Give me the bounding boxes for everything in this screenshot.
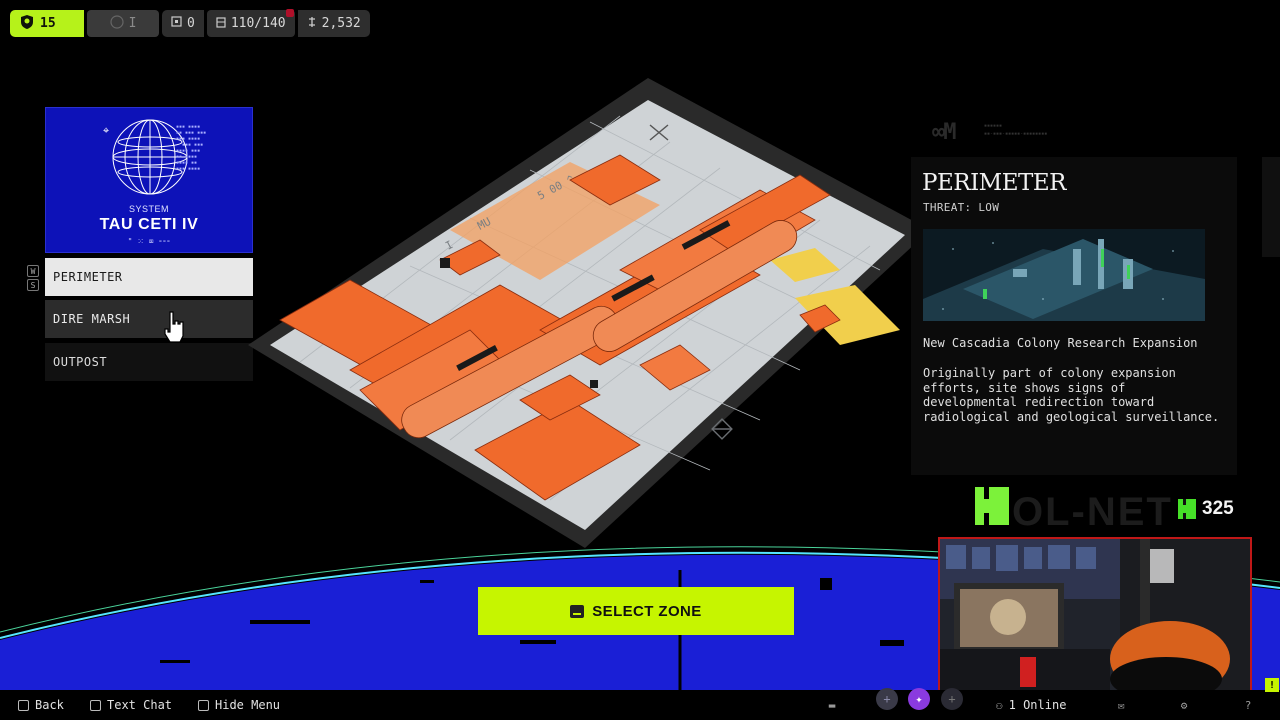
studio-logo-icon: ∞M xyxy=(932,120,956,145)
back-label: Back xyxy=(35,698,64,712)
text-chat-label: Text Chat xyxy=(107,698,173,712)
top-hud: 15 I 0 110/140 2,532 xyxy=(10,9,370,37)
level-badge: 15 xyxy=(10,10,84,37)
zone-description: Originally part of colony expansion effo… xyxy=(923,366,1220,424)
inventory-value: 110/140 xyxy=(230,16,286,31)
select-zone-button[interactable]: SELECT ZONE xyxy=(478,587,794,635)
cursor-glyph-icon: ⌖ xyxy=(103,124,110,137)
side-tab xyxy=(1262,157,1280,257)
box-stat: 0 xyxy=(162,10,204,37)
online-count[interactable]: ⚇ 1 Online xyxy=(996,690,1066,720)
party-slot-1-icon[interactable]: + xyxy=(876,688,898,710)
studio-logo-microtext: ▪▪▪▪▪▪ ▪▪-▪▪▪-▪▪▪▪▪-▪▪▪▪▪▪▪▪ xyxy=(984,123,1048,137)
mail-icon[interactable]: ✉ xyxy=(1114,698,1128,712)
people-icon: ⚇ xyxy=(996,698,1003,712)
zone-item-outpost[interactable]: OUTPOST xyxy=(45,343,253,381)
notification-dot xyxy=(286,9,294,17)
system-name: TAU CETI IV xyxy=(99,216,199,233)
party-slot-2-icon[interactable]: + xyxy=(941,688,963,710)
help-icon[interactable]: ? xyxy=(1241,698,1255,712)
zone-subtitle: New Cascadia Colony Research Expansion xyxy=(923,336,1198,350)
box-icon xyxy=(171,16,182,31)
text-chat-button[interactable]: Text Chat xyxy=(90,690,172,720)
kick-logo-icon xyxy=(975,487,1009,525)
level-value: 15 xyxy=(40,16,56,31)
channel-points: 325 xyxy=(1178,498,1234,520)
currency-stat: 2,532 xyxy=(297,10,370,37)
key-hint-up: W xyxy=(27,265,39,277)
zone-label: PERIMETER xyxy=(53,270,123,284)
box-value: 0 xyxy=(187,16,195,31)
hide-menu-button[interactable]: Hide Menu xyxy=(198,690,280,720)
system-label: SYSTEM xyxy=(128,204,169,214)
rank-badge: I xyxy=(87,10,159,37)
zone-info-panel: PERIMETER THREAT: LOW New Cascadia Colon… xyxy=(911,157,1237,475)
kick-points-icon xyxy=(1178,499,1196,519)
zone-item-perimeter[interactable]: PERIMETER xyxy=(45,258,253,296)
shield-icon xyxy=(19,14,35,34)
alert-badge-icon: ! xyxy=(1265,678,1279,692)
back-button[interactable]: Back xyxy=(18,690,64,720)
select-zone-label: SELECT ZONE xyxy=(592,602,702,620)
back-key-icon xyxy=(18,699,29,711)
keyboard-key-icon xyxy=(570,604,585,618)
webcam-overlay xyxy=(938,537,1252,693)
watermark-logo: OL-NET xyxy=(1012,490,1173,534)
zone-label: OUTPOST xyxy=(53,355,108,369)
zone-label: DIRE MARSH xyxy=(53,312,131,326)
system-glyphs: " ⁙ ⌧ ⁃⁃⁃ xyxy=(127,237,171,246)
gear-icon[interactable]: ⚙ xyxy=(1177,698,1191,712)
backpack-icon xyxy=(216,16,226,32)
zone-title: PERIMETER xyxy=(922,170,1066,196)
threat-level: THREAT: LOW xyxy=(923,201,1000,214)
zone-map[interactable]: 5 00 ^ MU I xyxy=(240,70,930,560)
rank-value: I xyxy=(128,16,137,31)
inventory-stat: 110/140 xyxy=(206,10,295,37)
zone-preview-image xyxy=(923,229,1205,321)
chat-icon xyxy=(90,699,101,711)
menu-icon xyxy=(198,699,209,711)
key-hint-down: S xyxy=(27,279,39,291)
zone-item-dire-marsh[interactable]: DIRE MARSH xyxy=(45,300,253,338)
online-label: 1 Online xyxy=(1008,698,1067,712)
message-icon[interactable]: ▬ xyxy=(825,698,839,712)
coin-icon xyxy=(307,16,317,32)
system-micro-data: ▪▪▪ ▪▪▪▪ ▪▪ ▪▪▪ ▪▪▪ ▪▪▪ ▪▪▪▪ ▪▪▪ ▪▪▪ ▪▪▪… xyxy=(176,124,207,172)
currency-value: 2,532 xyxy=(321,16,361,31)
hide-menu-label: Hide Menu xyxy=(215,698,281,712)
rank-emblem-icon xyxy=(109,14,124,33)
channel-points-value: 325 xyxy=(1202,498,1234,519)
bottom-bar: Back Text Chat Hide Menu ▬ ⚇ 1 Online ✉ … xyxy=(0,690,1280,720)
hand-cursor-icon xyxy=(164,311,184,342)
system-card: ⌖ ▪▪▪ ▪▪▪▪ ▪▪ ▪▪▪ ▪▪▪ ▪▪▪ ▪▪▪▪ ▪▪▪ ▪▪▪ ▪… xyxy=(45,107,253,253)
zone-map-render: 5 00 ^ MU I xyxy=(248,78,930,548)
party-member-avatar[interactable]: ✦ xyxy=(908,688,930,710)
